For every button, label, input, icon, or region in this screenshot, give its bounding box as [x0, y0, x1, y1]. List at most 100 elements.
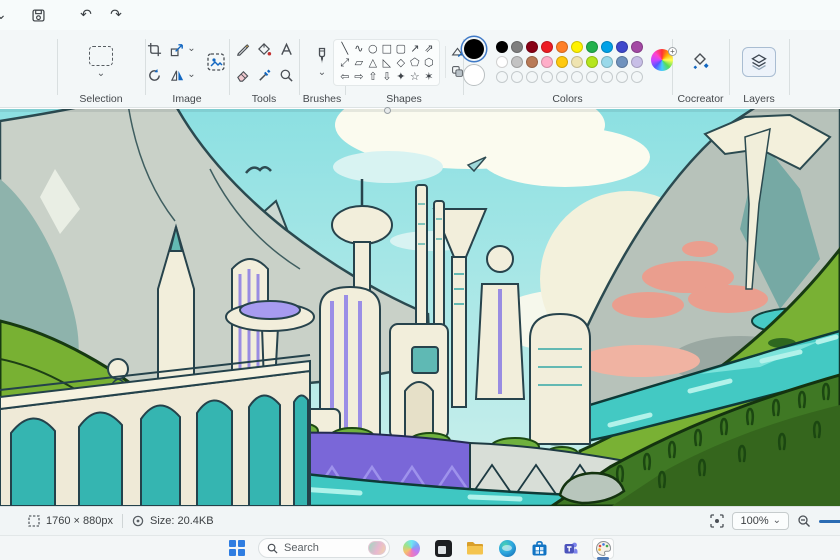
shape-option[interactable]: ☆ [408, 70, 421, 83]
shape-option[interactable]: ✶ [422, 70, 435, 83]
empty-color-slot[interactable] [511, 71, 523, 83]
crop-button[interactable] [147, 42, 162, 57]
shape-option[interactable]: ✦ [394, 70, 407, 83]
store-button[interactable] [528, 538, 550, 559]
cocreator-button[interactable] [690, 51, 712, 73]
empty-color-slot[interactable] [631, 71, 643, 83]
rotate-button[interactable] [147, 68, 162, 83]
color-swatch[interactable] [616, 41, 628, 53]
shape-option[interactable]: ⬠ [408, 56, 421, 69]
chevron-down-icon: ⌄ [187, 69, 196, 80]
cocreator-icon [692, 53, 709, 70]
shape-option[interactable]: ○ [366, 42, 379, 55]
group-label-selection: Selection [79, 93, 123, 105]
shape-option[interactable]: ⬡ [422, 56, 435, 69]
shape-option[interactable]: ▢ [394, 42, 407, 55]
eyedropper-icon [258, 69, 270, 81]
group-label-tools: Tools [251, 93, 277, 105]
copilot-button[interactable] [400, 538, 422, 559]
remove-background-button[interactable] [206, 52, 226, 72]
color-swatch[interactable] [511, 56, 523, 68]
group-shapes: ╲∿○□▢↗⇗⤢▱△◺◇⬠⬡⇦⇨⇧⇩✦☆✶ ⌄ [333, 30, 475, 108]
color-swatch[interactable] [526, 56, 538, 68]
shape-option[interactable]: ⇗ [422, 42, 435, 55]
redo-button[interactable]: ↷ [103, 3, 129, 27]
edit-colors-button[interactable]: + [651, 47, 677, 75]
canvas-size-icon [28, 515, 40, 527]
canvas-resize-handle[interactable] [384, 107, 391, 114]
color-swatch[interactable] [541, 56, 553, 68]
qat-overflow-chevron-icon[interactable]: ⌄ [0, 3, 7, 27]
color-swatch[interactable] [556, 41, 568, 53]
color-swatch[interactable] [496, 56, 508, 68]
zoom-out-button[interactable] [797, 514, 811, 528]
color-swatch[interactable] [571, 56, 583, 68]
shape-option[interactable]: ◇ [394, 56, 407, 69]
eraser-tool-button[interactable] [235, 68, 250, 83]
shape-option[interactable]: ⇦ [338, 70, 351, 83]
shape-option[interactable]: △ [366, 56, 379, 69]
color-swatch[interactable] [526, 41, 538, 53]
brushes-dropdown-chevron[interactable]: ⌄ [318, 67, 326, 78]
file-explorer-button[interactable] [464, 538, 486, 559]
shape-option[interactable]: ◺ [380, 56, 393, 69]
color-swatch[interactable] [511, 41, 523, 53]
color-swatch[interactable] [601, 41, 613, 53]
undo-button[interactable]: ↶ [73, 3, 99, 27]
empty-color-slot[interactable] [616, 71, 628, 83]
brushes-button[interactable] [314, 47, 330, 65]
color-swatch[interactable] [496, 41, 508, 53]
selection-tool-button[interactable] [89, 45, 113, 66]
empty-color-slot[interactable] [556, 71, 568, 83]
shape-option[interactable]: ╲ [338, 42, 351, 55]
selection-dropdown-chevron[interactable]: ⌄ [97, 68, 105, 79]
fit-to-window-button[interactable] [710, 514, 725, 528]
background-color-swatch[interactable] [463, 63, 485, 86]
color-swatch[interactable] [631, 56, 643, 68]
shape-option[interactable]: ↗ [408, 42, 421, 55]
empty-color-slot[interactable] [496, 71, 508, 83]
paint-app-button[interactable] [592, 537, 614, 560]
taskbar-search-box[interactable]: Search [258, 538, 390, 558]
color-swatch[interactable] [586, 56, 598, 68]
teams-button[interactable] [560, 538, 582, 559]
empty-color-slot[interactable] [586, 71, 598, 83]
flip-button[interactable]: ⌄ [170, 68, 196, 83]
zoom-slider[interactable] [819, 519, 840, 523]
color-swatch[interactable] [616, 56, 628, 68]
empty-color-slot[interactable] [601, 71, 613, 83]
color-swatch[interactable] [571, 41, 583, 53]
empty-color-slot[interactable] [541, 71, 553, 83]
edge-button[interactable] [496, 538, 518, 559]
canvas-artwork[interactable] [0, 109, 840, 506]
color-swatch[interactable] [586, 41, 598, 53]
shape-option[interactable]: ∿ [352, 42, 365, 55]
save-button[interactable] [25, 3, 51, 27]
shape-option[interactable]: ⇩ [380, 70, 393, 83]
color-swatch[interactable] [631, 41, 643, 53]
zoom-level-dropdown[interactable]: 100% ⌄ [732, 512, 789, 530]
start-button[interactable] [226, 538, 248, 559]
dark-app-button[interactable] [432, 538, 454, 559]
layers-button[interactable] [742, 47, 776, 77]
drawing-canvas[interactable] [0, 107, 840, 506]
text-tool-button[interactable] [279, 42, 294, 57]
shape-option[interactable]: ⇨ [352, 70, 365, 83]
zoom-out-icon [798, 515, 810, 527]
empty-color-slot[interactable] [571, 71, 583, 83]
pencil-tool-button[interactable] [235, 42, 250, 57]
color-swatch[interactable] [541, 41, 553, 53]
shape-option[interactable]: ⤢ [338, 56, 351, 69]
color-swatch[interactable] [556, 56, 568, 68]
color-picker-tool-button[interactable] [257, 68, 272, 83]
color-swatch[interactable] [601, 56, 613, 68]
dark-app-icon [434, 539, 452, 557]
shape-option[interactable]: □ [380, 42, 393, 55]
empty-color-slot[interactable] [526, 71, 538, 83]
magnifier-tool-button[interactable] [279, 68, 294, 83]
foreground-color-swatch[interactable] [464, 38, 484, 59]
shape-option[interactable]: ⇧ [366, 70, 379, 83]
shape-option[interactable]: ▱ [352, 56, 365, 69]
resize-button[interactable]: ⌄ [170, 42, 196, 57]
fill-tool-button[interactable] [257, 42, 272, 57]
